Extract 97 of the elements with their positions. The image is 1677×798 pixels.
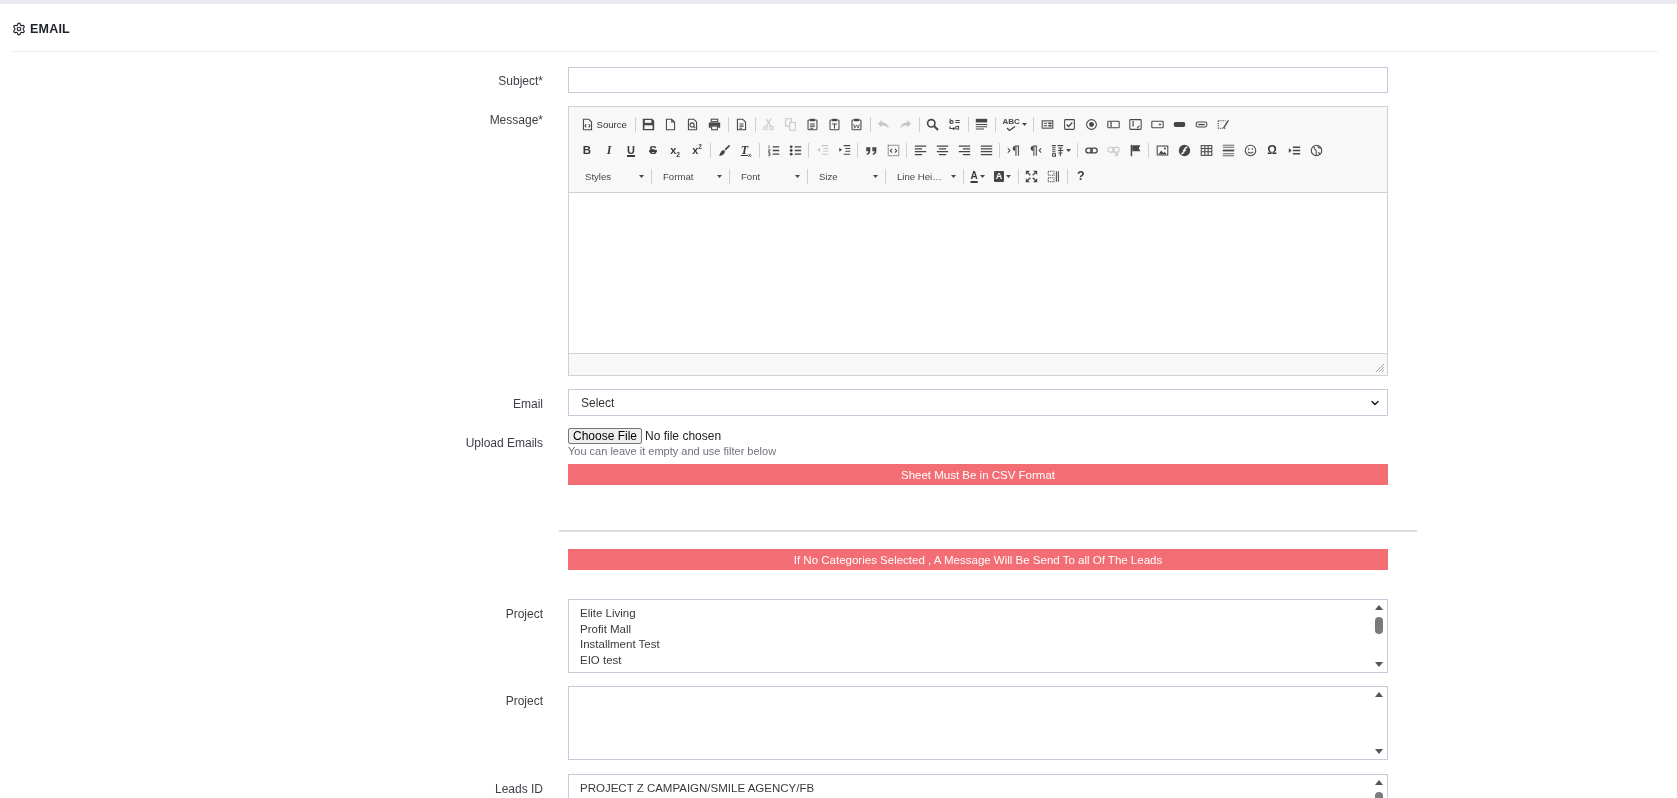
hidden-field-icon[interactable] (1216, 117, 1230, 131)
radio-button-icon[interactable] (1084, 117, 1098, 131)
field-label: Project (505, 694, 543, 708)
bulleted-list-icon[interactable] (788, 143, 802, 157)
spellcheck-button[interactable]: ABC (1002, 117, 1020, 131)
table-icon[interactable] (1199, 143, 1213, 157)
field-label: Leads ID (494, 782, 543, 796)
caret-icon[interactable] (1065, 148, 1071, 152)
resize-grip-icon[interactable] (1376, 364, 1384, 372)
search-icon[interactable] (926, 117, 940, 131)
page-break-icon[interactable] (1287, 143, 1301, 157)
align-right-icon[interactable] (957, 143, 971, 157)
listbox-option[interactable]: Installment Test (569, 637, 664, 653)
clipboard-icon[interactable] (806, 117, 820, 131)
source-button[interactable]: Source (576, 114, 633, 134)
caret-icon (639, 174, 644, 178)
flag-icon[interactable] (1128, 143, 1142, 157)
listbox-option[interactable]: PROJECT Z CAMPAIGN/SMILE AGENCY/FB (569, 781, 819, 797)
page-title: EMAIL (30, 22, 70, 36)
caret-icon[interactable] (1021, 122, 1027, 126)
scrollbar-thumb[interactable] (1374, 792, 1383, 798)
checkbox-icon[interactable] (1062, 117, 1076, 131)
underline-button[interactable]: U (627, 142, 635, 158)
field-label: Email (513, 397, 543, 411)
email-select[interactable]: Select (568, 389, 1388, 416)
globe-icon[interactable] (1309, 143, 1323, 157)
remove-format-button[interactable]: T$_{x}$ (740, 142, 752, 158)
strikethrough-button[interactable]: S (649, 142, 657, 158)
blank-page-icon[interactable] (664, 117, 678, 131)
align-center-icon[interactable] (935, 143, 949, 157)
help-button[interactable]: ? (1076, 168, 1085, 184)
align-justify-icon[interactable] (979, 143, 993, 157)
smiley-icon[interactable] (1243, 143, 1257, 157)
categories-notice: If No Categories Selected , A Message Will Be Send To all Of The Leads (568, 549, 1388, 570)
bold-button[interactable]: B (582, 142, 592, 158)
listbox-option[interactable]: Profit Mall (569, 621, 636, 637)
caret-icon (873, 174, 878, 178)
caret-icon[interactable] (1006, 174, 1012, 178)
language-icon[interactable] (1050, 143, 1064, 157)
multi-select-listbox[interactable]: PROJECT Z CAMPAIGN/SMILE AGENCY/FB (568, 774, 1388, 798)
file-status-text: No file chosen (645, 429, 722, 443)
caret-icon (795, 174, 800, 178)
background-color-button[interactable]: A (993, 170, 1005, 182)
toolbar-dropdown[interactable]: Line Hei… (889, 166, 961, 186)
listbox-option[interactable]: EIO test (569, 652, 626, 668)
align-left-icon[interactable] (913, 143, 927, 157)
caret-icon (717, 174, 722, 178)
page-magnifier-icon[interactable] (686, 117, 700, 131)
scroll-up-arrow-icon[interactable] (1374, 780, 1383, 785)
field-label: Project (505, 607, 543, 621)
indent-icon[interactable] (837, 143, 851, 157)
choose-file-button[interactable]: Choose File (568, 428, 643, 444)
subscript-button[interactable]: x$_{2}$ (670, 142, 680, 158)
scroll-down-arrow-icon[interactable] (1374, 662, 1383, 667)
form-icon[interactable] (1040, 117, 1054, 131)
csv-format-notice: Sheet Must Be in CSV Format (568, 464, 1388, 485)
show-blocks-icon[interactable] (1047, 169, 1061, 183)
superscript-button[interactable]: x$^{2}$ (692, 142, 702, 158)
upload-hint-text: You can leave it empty and use filter below (568, 444, 777, 459)
caret-icon[interactable] (979, 174, 985, 178)
clipboard-text-icon[interactable] (828, 117, 842, 131)
document-icon[interactable] (735, 117, 749, 131)
toolbar-dropdown[interactable]: Font (733, 166, 805, 186)
listbox-option[interactable]: Elite Living (569, 606, 640, 622)
multi-select-listbox[interactable]: Elite Living Profit Mall Installment Test EIO test (568, 599, 1388, 673)
scroll-down-arrow-icon[interactable] (1374, 749, 1383, 754)
left-to-right-icon[interactable] (1006, 143, 1020, 157)
div-block-icon[interactable] (886, 143, 900, 157)
caret-icon (951, 174, 956, 178)
image-icon[interactable] (1155, 143, 1169, 157)
scroll-up-arrow-icon[interactable] (1374, 692, 1383, 697)
toolbar-dropdown[interactable]: Size (811, 166, 883, 186)
tick-icon (1006, 126, 1017, 131)
toolbar-dropdown[interactable]: Styles (577, 166, 649, 186)
paintbrush-icon[interactable] (717, 143, 731, 157)
scroll-up-arrow-icon[interactable] (1374, 605, 1383, 610)
horizontal-lines-icon[interactable] (1221, 143, 1235, 157)
printer-icon[interactable] (708, 117, 722, 131)
field-label: Message* (489, 113, 543, 127)
text-color-button[interactable]: A (970, 168, 978, 184)
clipboard-word-icon[interactable] (850, 117, 864, 131)
subject-input[interactable] (568, 67, 1388, 93)
replace-icon[interactable] (948, 117, 962, 131)
field-label: Upload Emails (465, 436, 543, 450)
scrollbar-thumb[interactable] (1374, 617, 1383, 634)
textarea-icon[interactable] (1128, 117, 1142, 131)
gear-icon (12, 22, 26, 36)
toolbar-dropdown[interactable]: Format (655, 166, 727, 186)
select-all-icon[interactable] (975, 117, 989, 131)
italic-button[interactable]: I (606, 142, 612, 158)
numbered-list-icon[interactable] (766, 143, 780, 157)
special-character-button[interactable]: Ω (1267, 142, 1277, 158)
code-page-icon (580, 117, 594, 131)
flash-circle-icon[interactable] (1177, 143, 1191, 157)
field-label: Subject* (498, 74, 543, 88)
maximize-arrows-icon[interactable] (1025, 169, 1039, 183)
right-to-left-icon[interactable] (1028, 143, 1042, 157)
